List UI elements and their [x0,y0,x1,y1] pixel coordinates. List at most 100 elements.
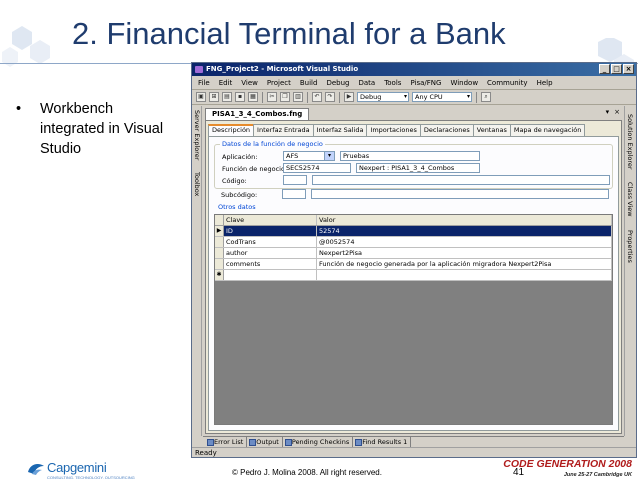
menu-community[interactable]: Community [487,79,528,87]
tab-ventanas[interactable]: Ventanas [472,124,511,136]
open-folder-icon[interactable]: ▤ [222,92,232,102]
document-controls: ▾ × [606,108,620,116]
cell-key[interactable] [224,270,317,280]
tab-descripcion[interactable]: Descripción [208,124,255,136]
cell-key[interactable]: author [224,248,317,258]
hexagon-decoration-left [2,26,50,67]
server-explorer-tab[interactable]: Server Explorer [192,110,202,168]
menu-window[interactable]: Window [450,79,478,87]
menu-help[interactable]: Help [537,79,553,87]
toolbar-separator [339,91,340,103]
group-title: Datos de la función de negocio [220,140,325,148]
copy-icon[interactable]: ❐ [280,92,290,102]
toolbar-separator [262,91,263,103]
visual-studio-icon [195,66,203,73]
bottom-tool-tabs: Error List Output Pending Checkins Find … [203,436,624,448]
code-generation-logo: CODE GENERATION 2008 June 25-27 Cambridg… [503,458,632,488]
start-debug-icon[interactable]: ▶ [344,92,354,102]
menu-data[interactable]: Data [358,79,375,87]
cell-value[interactable]: Nexpert2Pisa [317,248,612,258]
redo-icon[interactable]: ↷ [325,92,335,102]
table-row-new[interactable]: ✱ [215,270,612,281]
standard-toolbar: ▣ ⊞ ▤ ▪ ▦ ✂ ❐ ▥ ↶ ↷ ▶ Debug Any CPU ⌕ [192,90,636,105]
close-document-icon[interactable]: × [614,108,620,116]
column-header-clave[interactable]: Clave [224,215,317,225]
row-selector-icon[interactable]: ▶ [215,226,224,236]
codigo-description [312,175,610,185]
window-title: FNG_Project2 - Microsoft Visual Studio [206,65,359,73]
codigo-input[interactable] [283,175,307,185]
row-selector[interactable] [215,259,224,269]
cell-value[interactable]: @0052574 [317,237,612,247]
save-all-icon[interactable]: ▦ [248,92,258,102]
window-controls: _ □ × [599,64,634,74]
codigo-label: Código: [222,177,247,185]
maximize-button[interactable]: □ [611,64,622,74]
properties-tab[interactable]: Properties [625,230,635,274]
menu-build[interactable]: Build [300,79,318,87]
menu-pisa-fng[interactable]: Pisa/FNG [410,79,441,87]
cell-value[interactable]: 52574 [317,226,612,236]
aplicacion-description: Pruebas [340,151,480,161]
code-generation-date: June 25-27 Cambridge UK [563,472,632,478]
document-list-icon[interactable]: ▾ [606,108,610,116]
menu-debug[interactable]: Debug [326,79,349,87]
table-row[interactable]: author Nexpert2Pisa [215,248,612,259]
paste-icon[interactable]: ▥ [293,92,303,102]
menu-file[interactable]: File [198,79,210,87]
table-row[interactable]: ▶ ID 52574 [215,226,612,237]
menu-project[interactable]: Project [267,79,291,87]
cell-value[interactable] [317,270,612,280]
chevron-down-icon[interactable]: ▾ [324,152,334,160]
tab-interfaz-salida[interactable]: Interfaz Salida [312,124,368,136]
document-tab[interactable]: PISA1_3_4_Combos.fng [205,108,310,120]
find-icon[interactable]: ⌕ [481,92,491,102]
menu-edit[interactable]: Edit [219,79,233,87]
table-row[interactable]: comments Función de negocio generada por… [215,259,612,270]
undo-icon[interactable]: ↶ [312,92,322,102]
aplicacion-select[interactable]: AFS ▾ [283,151,335,161]
class-view-tab[interactable]: Class View [625,182,635,222]
funcion-label: Función de negocio: [222,165,288,173]
grid-corner [215,215,224,225]
bullet-marker: • [16,101,22,117]
close-button[interactable]: × [623,64,634,74]
toolbox-tab[interactable]: Toolbox [192,172,202,206]
toolbar-separator [476,91,477,103]
capgemini-spade-icon [28,464,44,475]
descripcion-panel: Datos de la función de negocio Aplicació… [208,136,619,431]
minimize-button[interactable]: _ [599,64,610,74]
cut-icon[interactable]: ✂ [267,92,277,102]
new-project-icon[interactable]: ▣ [196,92,206,102]
table-row[interactable]: CodTrans @0052574 [215,237,612,248]
subcodigo-input[interactable] [282,189,306,199]
aplicacion-value: AFS [286,152,299,160]
funcion-input[interactable]: SEC52574 [283,163,351,173]
capgemini-logo: Capgemini CONSULTING. TECHNOLOGY. OUTSOU… [26,460,135,484]
row-selector[interactable] [215,237,224,247]
column-header-valor[interactable]: Valor [317,215,612,225]
tab-mapa-navegacion[interactable]: Mapa de navegación [509,124,586,136]
designer-tabs: Descripción Interfaz Entrada Interfaz Sa… [208,124,586,136]
toolbar-separator [307,91,308,103]
grid-header: Clave Valor [215,215,612,226]
cell-key[interactable]: comments [224,259,317,269]
solution-explorer-tab[interactable]: Solution Explorer [625,114,635,178]
new-row-icon[interactable]: ✱ [215,270,224,280]
code-generation-name: CODE GENERATION 2008 [503,458,632,470]
solution-configuration-select[interactable]: Debug [357,92,409,102]
menu-tools[interactable]: Tools [384,79,401,87]
solution-platform-select[interactable]: Any CPU [412,92,472,102]
save-icon[interactable]: ▪ [235,92,245,102]
add-item-icon[interactable]: ⊞ [209,92,219,102]
cell-key[interactable]: ID [224,226,317,236]
window-titlebar: FNG_Project2 - Microsoft Visual Studio _… [192,63,636,76]
tab-importaciones[interactable]: Importaciones [366,124,421,136]
tab-declaraciones[interactable]: Declaraciones [419,124,474,136]
row-selector[interactable] [215,248,224,258]
tab-interfaz-entrada[interactable]: Interfaz Entrada [253,124,314,136]
menu-view[interactable]: View [241,79,258,87]
cell-key[interactable]: CodTrans [224,237,317,247]
fng-designer: Descripción Interfaz Entrada Interfaz Sa… [205,120,622,434]
cell-value[interactable]: Función de negocio generada por la aplic… [317,259,612,269]
